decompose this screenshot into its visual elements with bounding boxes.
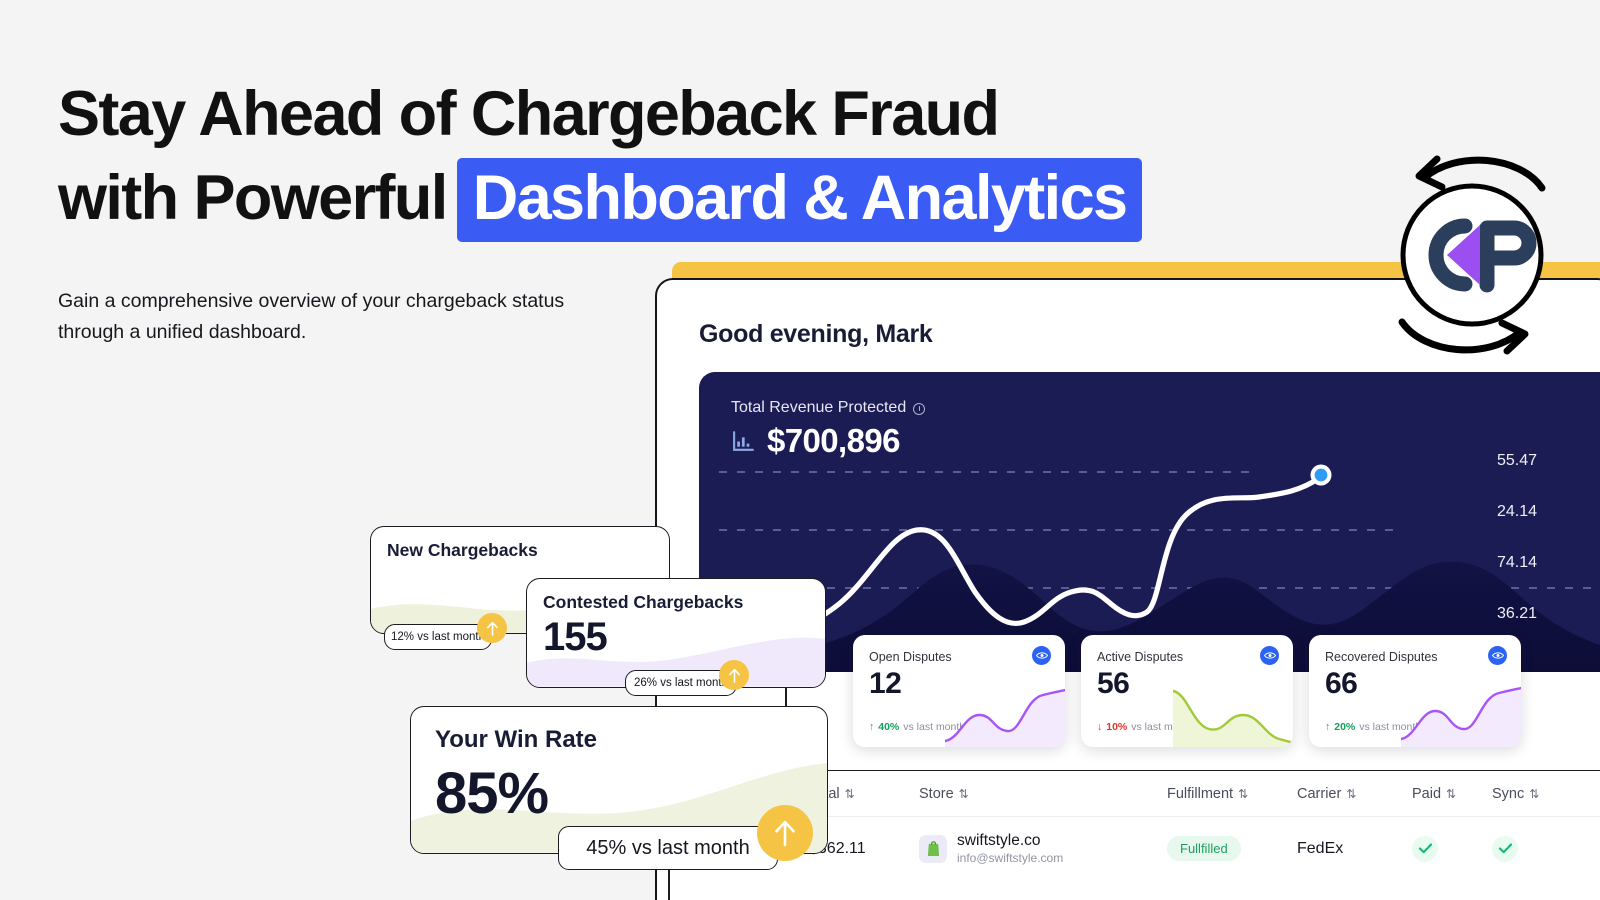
sort-icon[interactable]: ⇅ [1446, 787, 1456, 801]
column-label: Sync [1492, 785, 1525, 802]
column-header-store[interactable]: Store ⇅ [919, 786, 1167, 802]
sparkline [945, 688, 1065, 747]
bag-glyph [927, 841, 939, 856]
column-header-paid[interactable]: Paid ⇅ [1412, 786, 1492, 802]
eye-glyph [1491, 652, 1504, 659]
check-glyph [1418, 843, 1432, 854]
stat-title: Open Disputes [869, 650, 952, 664]
stat-card-row: Open Disputes 12 ↑ 40% vs last month Act… [853, 635, 1521, 747]
arrow-up-icon [728, 668, 740, 683]
stat-card-active-disputes[interactable]: Active Disputes 56 ↓ 10% vs last month [1081, 635, 1293, 747]
column-header-sync[interactable]: Sync ⇅ [1492, 786, 1582, 802]
sparkline [1401, 686, 1521, 747]
stat-value: 56 [1097, 667, 1130, 700]
arrow-up-badge-contested [719, 660, 749, 690]
eye-glyph [1035, 652, 1048, 659]
cell-sync [1492, 835, 1582, 862]
check-glyph [1498, 843, 1512, 854]
check-icon [1492, 835, 1518, 862]
card-title: Your Win Rate [435, 726, 598, 753]
arrow-up-icon: ↑ [1325, 721, 1331, 733]
total-revenue-label-text: Total Revenue Protected [731, 399, 907, 416]
delta-percent: 20% [1334, 721, 1356, 733]
sort-icon[interactable]: ⇅ [1238, 787, 1248, 801]
logo-icon [1398, 155, 1546, 355]
store-email: info@swiftstyle.com [957, 851, 1064, 865]
arrow-up-badge-new [477, 613, 507, 643]
store-name: swiftstyle.co [957, 832, 1041, 849]
arrow-up-icon [486, 621, 498, 636]
page-title: Stay Ahead of Chargeback Fraud with Powe… [58, 72, 1258, 242]
stat-value: 66 [1325, 667, 1358, 700]
sparkline [1173, 689, 1293, 747]
arrow-up-badge-win [757, 805, 813, 861]
total-revenue-label: Total Revenue Protected [731, 399, 926, 417]
column-label: Paid [1412, 785, 1442, 802]
y-tick-2: 74.14 [1497, 554, 1538, 571]
headline-line-2-plain: with Powerful [58, 163, 448, 233]
delta-percent: 10% [1106, 721, 1128, 733]
column-label: Carrier [1297, 785, 1342, 802]
eye-icon[interactable] [1032, 646, 1051, 665]
store-info: swiftstyle.co info@swiftstyle.com [957, 831, 1063, 866]
eye-glyph [1263, 652, 1276, 659]
delta-percent: 40% [878, 721, 900, 733]
card-value: 85% [435, 761, 549, 826]
page-subcopy: Gain a comprehensive overview of your ch… [58, 290, 565, 343]
y-tick-1: 24.14 [1497, 503, 1538, 520]
arrow-up-icon [775, 820, 795, 847]
stat-value: 12 [869, 667, 902, 700]
column-label: Store [919, 785, 954, 802]
stat-title: Active Disputes [1097, 650, 1184, 664]
arrow-up-icon: ↑ [869, 721, 875, 733]
stat-title: Recovered Disputes [1325, 650, 1438, 664]
sort-icon[interactable]: ⇅ [1529, 787, 1539, 801]
total-revenue-card: Total Revenue Protected $700,896 55.47 2… [699, 372, 1600, 672]
stat-card-recovered-disputes[interactable]: Recovered Disputes 66 ↑ 20% vs last mont… [1309, 635, 1521, 747]
card-title: New Chargebacks [387, 540, 538, 560]
chart-y-axis: 55.47 24.14 74.14 36.21 [1497, 452, 1600, 623]
cell-carrier: FedEx [1297, 839, 1344, 857]
info-icon[interactable] [913, 403, 926, 415]
card-value: 155 [543, 615, 608, 659]
eye-icon[interactable] [1488, 646, 1507, 665]
arrow-down-icon: ↓ [1097, 721, 1103, 733]
column-header-fulfillment[interactable]: Fulfillment ⇅ [1167, 786, 1297, 802]
stat-card-open-disputes[interactable]: Open Disputes 12 ↑ 40% vs last month [853, 635, 1065, 747]
cell-store: swiftstyle.co info@swiftstyle.com [919, 831, 1167, 866]
sort-icon[interactable]: ⇅ [1346, 787, 1356, 801]
cell-paid [1412, 835, 1492, 862]
badge-new-chargebacks: 12% vs last month [384, 624, 492, 650]
headline-line-1: Stay Ahead of Chargeback Fraud [58, 79, 1000, 149]
headline-highlight: Dashboard & Analytics [456, 158, 1143, 242]
badge-win-rate: 45% vs last month [558, 826, 778, 870]
column-label: Fulfillment [1167, 785, 1234, 802]
y-tick-0: 55.47 [1497, 452, 1538, 469]
sort-icon[interactable]: ⇅ [845, 787, 855, 801]
badge-text: 12% vs last month [391, 631, 485, 643]
shopify-bag-icon [919, 834, 947, 863]
eye-icon[interactable] [1260, 646, 1279, 665]
check-icon [1412, 835, 1438, 862]
status-badge: Fullfilled [1167, 836, 1241, 861]
brand-logo [1362, 142, 1582, 367]
greeting-text: Good evening, Mark [699, 320, 933, 348]
column-header-carrier[interactable]: Carrier ⇅ [1297, 786, 1412, 802]
sort-icon[interactable]: ⇅ [959, 787, 969, 801]
cell-fulfillment: Fullfilled [1167, 836, 1297, 861]
y-tick-3: 36.21 [1497, 605, 1538, 622]
badge-text: 45% vs last month [586, 836, 750, 859]
card-title: Contested Chargebacks [543, 592, 744, 612]
badge-text: 26% vs last month [634, 677, 728, 689]
connector-line-contested [785, 688, 787, 708]
